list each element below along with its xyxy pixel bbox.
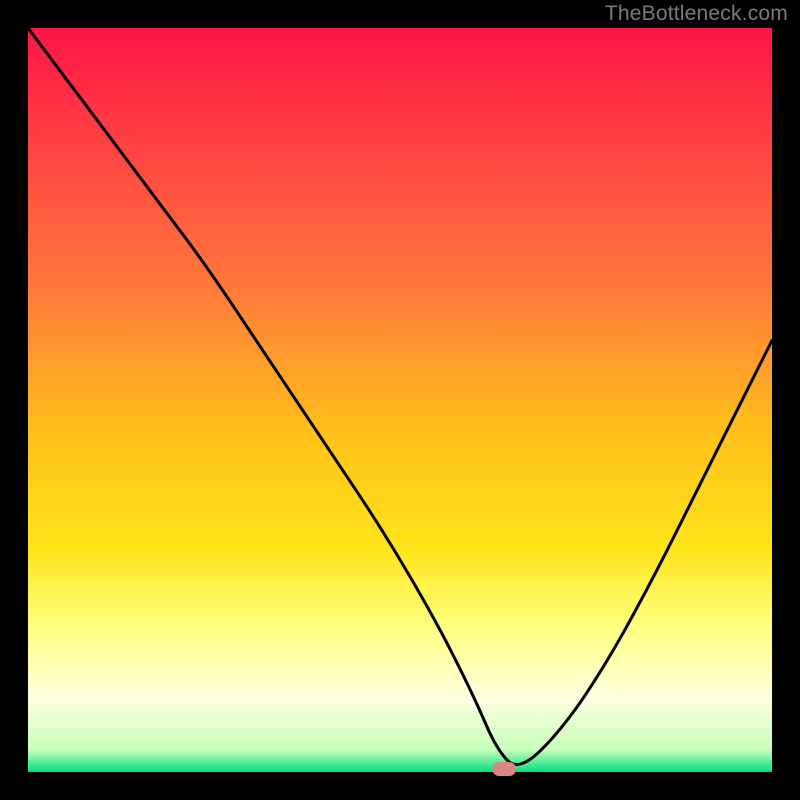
chart-container: TheBottleneck.com: [0, 0, 800, 800]
optimal-marker: [492, 762, 516, 776]
bottleneck-chart: [0, 0, 800, 800]
watermark-text: TheBottleneck.com: [605, 2, 788, 26]
plot-area: [28, 28, 772, 772]
